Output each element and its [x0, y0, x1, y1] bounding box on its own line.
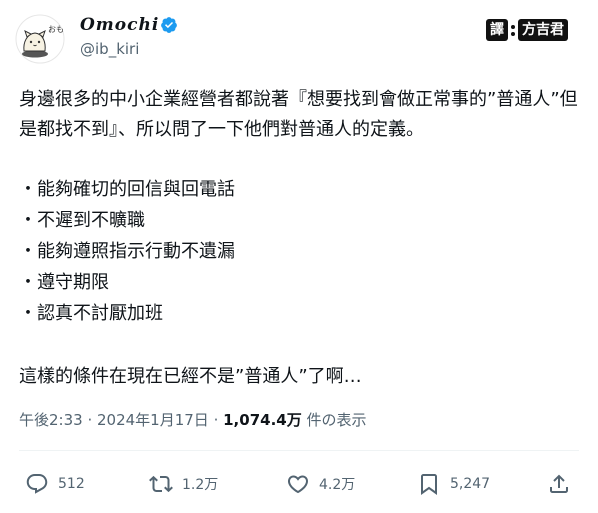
- bookmark-count: 5,247: [450, 476, 491, 492]
- translator-badge: 譯 方吉君: [486, 18, 568, 42]
- share-icon: [550, 474, 568, 493]
- translator-badge-left: 譯: [486, 19, 508, 41]
- bullet-list: ・能夠確切的回信與回電話 ・不遲到不曠職 ・能夠遵照指示行動不遺漏 ・遵守期限 …: [19, 175, 581, 330]
- avatar-label: おもち: [48, 25, 65, 34]
- avatar-mochi-icon: おもち: [15, 14, 65, 64]
- bullet-item: ・遵守期限: [19, 272, 109, 293]
- tweet-date[interactable]: 2024年1月17日: [97, 411, 209, 429]
- bullet-item: ・能夠確切的回信與回電話: [19, 179, 235, 200]
- reply-count: 512: [58, 476, 85, 492]
- bookmark-icon: [421, 474, 437, 495]
- bookmark-button[interactable]: 5,247: [417, 470, 490, 498]
- author-handle[interactable]: @ib_kiri: [80, 39, 139, 59]
- like-button[interactable]: 4.2万: [286, 470, 355, 498]
- tweet-time[interactable]: 午後2:33: [19, 411, 83, 429]
- meta-separator: ·: [208, 411, 224, 429]
- reply-icon: [26, 474, 48, 494]
- meta-separator: ·: [82, 411, 97, 429]
- share-button[interactable]: [547, 470, 571, 498]
- tweet-card: おもち Omochi @ib_kiri 譯 方吉君 身邊很多的中小企業經營者都說…: [0, 0, 598, 513]
- divider: [19, 450, 579, 451]
- bullet-item: ・不遲到不曠職: [19, 210, 145, 231]
- author-display-name[interactable]: Omochi: [80, 14, 159, 36]
- views-count: 1,074.4万: [223, 411, 302, 429]
- bullet-item: ・能夠遵照指示行動不遺漏: [19, 241, 235, 262]
- tweet-closing-block: 這樣的條件在現在已經不是”普通人”了啊…: [19, 362, 581, 392]
- translator-badge-colon: [509, 24, 517, 36]
- tweet-text: 身邊很多的中小企業經營者都說著『想要找到會做正常事的”普通人”但是都找不到』、所…: [19, 85, 581, 330]
- like-count: 4.2万: [319, 477, 356, 493]
- retweet-count: 1.2万: [182, 477, 219, 493]
- bullet-item: ・認真不討厭加班: [19, 303, 163, 324]
- avatar[interactable]: おもち: [15, 14, 65, 64]
- translator-badge-right: 方吉君: [518, 19, 568, 41]
- tweet-meta: 午後2:33 · 2024年1月17日 · 1,074.4万 件の表示: [19, 408, 367, 432]
- reply-button[interactable]: 512: [25, 470, 85, 498]
- tweet-intro: 身邊很多的中小企業經營者都說著『想要找到會做正常事的”普通人”但是都找不到』、所…: [19, 89, 578, 140]
- action-bar: 512 1.2万 4.2万 5,247: [0, 464, 598, 504]
- heart-icon: [287, 475, 309, 494]
- retweet-button[interactable]: 1.2万: [149, 470, 218, 498]
- verified-badge-icon: [161, 17, 177, 33]
- views-label: 件の表示: [301, 411, 367, 429]
- tweet-closing: 這樣的條件在現在已經不是”普通人”了啊…: [19, 366, 362, 387]
- retweet-icon: [149, 475, 173, 493]
